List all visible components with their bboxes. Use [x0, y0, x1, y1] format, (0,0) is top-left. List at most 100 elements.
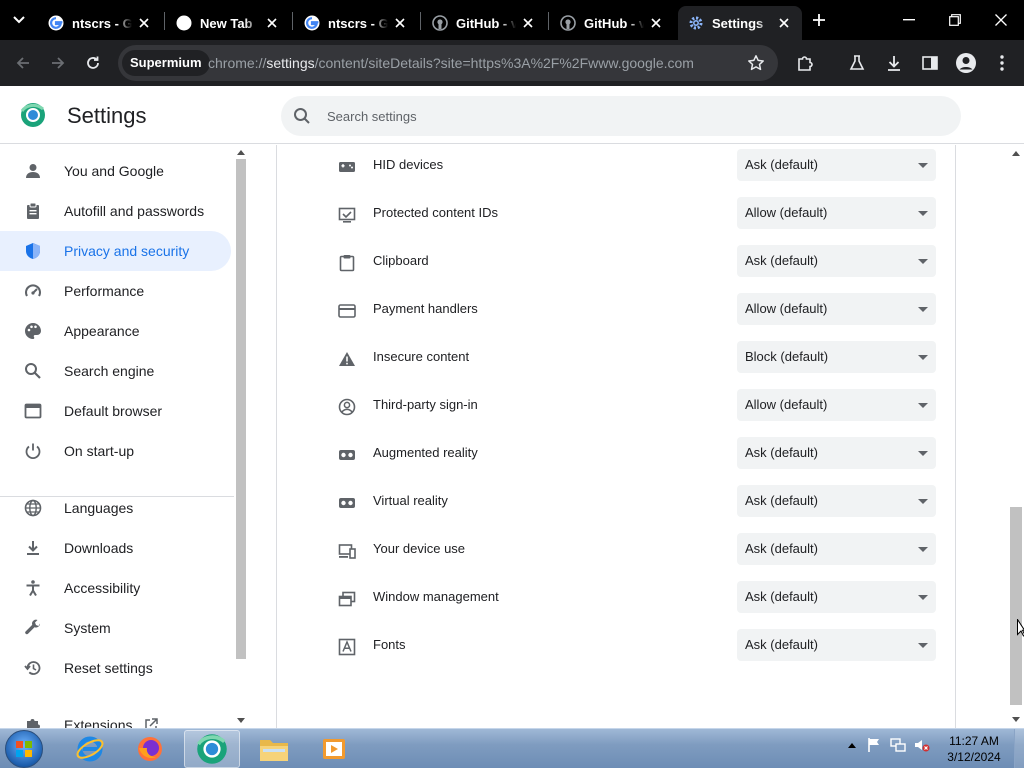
- system-clock[interactable]: 11:27 AM 3/12/2024: [938, 733, 1010, 765]
- close-icon[interactable]: [264, 15, 280, 31]
- sidebar-item-extensions[interactable]: Extensions: [0, 705, 231, 728]
- main-scrollbar[interactable]: [1008, 145, 1024, 728]
- labs-button[interactable]: [842, 48, 872, 78]
- tab-ntscrs-1[interactable]: ntscrs - Go: [38, 6, 162, 40]
- sidebar-item-languages[interactable]: Languages: [0, 488, 231, 528]
- sidebar-item-autofill[interactable]: Autofill and passwords: [0, 191, 231, 231]
- permission-select[interactable]: Ask (default): [737, 437, 936, 469]
- action-center-flag-icon[interactable]: [866, 737, 882, 753]
- permission-select[interactable]: Block (default): [737, 341, 936, 373]
- tab-ntscrs-2[interactable]: ntscrs - Go: [294, 6, 418, 40]
- sidebar-scrollbar[interactable]: [234, 145, 248, 728]
- bookmark-star-icon[interactable]: [744, 51, 768, 75]
- sidebar-item-search-engine[interactable]: Search engine: [0, 351, 231, 391]
- tab-github-2[interactable]: GitHub - v: [550, 6, 674, 40]
- sidebar-item-on-startup[interactable]: On start-up: [0, 431, 231, 471]
- permission-select[interactable]: Ask (default): [737, 581, 936, 613]
- sidebar-item-reset-settings[interactable]: Reset settings: [0, 648, 231, 688]
- warning-icon: [337, 349, 357, 369]
- browser-chip[interactable]: Supermium: [122, 50, 210, 76]
- power-icon: [23, 441, 43, 461]
- close-icon[interactable]: [648, 15, 664, 31]
- extensions-button[interactable]: [790, 48, 820, 78]
- window-icon: [337, 589, 357, 609]
- sidebar-item-label: Privacy and security: [64, 243, 190, 259]
- close-icon[interactable]: [392, 15, 408, 31]
- permission-select[interactable]: Allow (default): [737, 389, 936, 421]
- sidebar-item-downloads[interactable]: Downloads: [0, 528, 231, 568]
- profile-button[interactable]: [951, 48, 981, 78]
- forward-button[interactable]: [43, 48, 73, 78]
- sidebar-item-accessibility[interactable]: Accessibility: [0, 568, 231, 608]
- protected-content-icon: [337, 205, 357, 225]
- sidebar-item-performance[interactable]: Performance: [0, 271, 231, 311]
- start-button[interactable]: [5, 730, 43, 768]
- permission-select[interactable]: Ask (default): [737, 629, 936, 661]
- taskbar-firefox[interactable]: [122, 730, 178, 768]
- volume-muted-icon[interactable]: [914, 737, 930, 753]
- permission-select[interactable]: Ask (default): [737, 485, 936, 517]
- show-hidden-icons-button[interactable]: [844, 737, 860, 753]
- tab-github-1[interactable]: GitHub - v: [422, 6, 546, 40]
- permission-select[interactable]: Ask (default): [737, 149, 936, 181]
- taskbar-media-player[interactable]: [306, 730, 362, 768]
- tab-title: ntscrs - Go: [72, 15, 132, 31]
- sidebar-item-label: Autofill and passwords: [64, 203, 205, 219]
- permission-select[interactable]: Allow (default): [737, 293, 936, 325]
- main-scrollbar-thumb[interactable]: [1010, 507, 1022, 705]
- sidebar-item-privacy[interactable]: Privacy and security: [0, 231, 231, 271]
- address-bar[interactable]: Supermium chrome://settings/content/site…: [118, 45, 778, 81]
- permission-select[interactable]: Ask (default): [737, 245, 936, 277]
- close-icon[interactable]: [136, 15, 152, 31]
- sidebar-scrollbar-thumb[interactable]: [236, 159, 246, 659]
- chevron-down-icon: [13, 16, 25, 24]
- taskbar-file-explorer[interactable]: [246, 730, 302, 768]
- permission-select[interactable]: Allow (default): [737, 197, 936, 229]
- person-icon: [23, 161, 43, 181]
- vr-headset-icon: [337, 445, 357, 465]
- show-desktop-button[interactable]: [1014, 729, 1024, 768]
- tab-new-tab[interactable]: New Tab: [166, 6, 290, 40]
- sidebar-item-appearance[interactable]: Appearance: [0, 311, 231, 351]
- settings-search[interactable]: [281, 96, 961, 136]
- tab-settings[interactable]: Settings: [678, 6, 802, 40]
- permission-label: Insecure content: [373, 349, 470, 364]
- dropdown-arrow-icon: [918, 211, 928, 216]
- back-button[interactable]: [8, 48, 38, 78]
- scroll-down-arrow-icon[interactable]: [234, 714, 248, 726]
- tab-search-button[interactable]: [6, 8, 32, 32]
- restore-button[interactable]: [932, 0, 978, 40]
- dropdown-arrow-icon: [918, 355, 928, 360]
- scroll-up-arrow-icon[interactable]: [1010, 147, 1022, 159]
- tab-title: GitHub - v: [584, 15, 644, 31]
- scroll-up-arrow-icon[interactable]: [234, 146, 248, 158]
- search-input[interactable]: [327, 96, 927, 136]
- network-icon[interactable]: [890, 737, 906, 753]
- minimize-button[interactable]: [886, 0, 932, 40]
- sidebar-item-you-and-google[interactable]: You and Google: [0, 151, 231, 191]
- permission-select[interactable]: Ask (default): [737, 533, 936, 565]
- close-icon[interactable]: [776, 15, 792, 31]
- taskbar-internet-explorer[interactable]: [62, 730, 118, 768]
- supermium-logo-icon: [196, 734, 227, 764]
- new-tab-button[interactable]: [806, 8, 832, 32]
- select-value: Allow (default): [745, 397, 828, 412]
- permission-row-window-management: Window management Ask (default): [277, 577, 957, 625]
- sidebar-item-system[interactable]: System: [0, 608, 231, 648]
- sidebar-item-default-browser[interactable]: Default browser: [0, 391, 231, 431]
- url-text[interactable]: chrome://settings/content/siteDetails?si…: [208, 45, 694, 81]
- menu-button[interactable]: [987, 48, 1017, 78]
- reload-button[interactable]: [78, 48, 108, 78]
- permission-label: Protected content IDs: [373, 205, 499, 220]
- dropdown-arrow-icon: [918, 259, 928, 264]
- side-panel-button[interactable]: [915, 48, 945, 78]
- more-vert-icon: [1000, 55, 1004, 71]
- downloads-button[interactable]: [879, 48, 909, 78]
- close-window-button[interactable]: [978, 0, 1024, 40]
- avatar-icon: [956, 53, 976, 73]
- sidebar-item-label: Search engine: [64, 363, 155, 379]
- taskbar-supermium[interactable]: [184, 730, 240, 768]
- scroll-down-arrow-icon[interactable]: [1010, 713, 1022, 725]
- permission-label: Third-party sign-in: [373, 397, 478, 412]
- close-icon[interactable]: [520, 15, 536, 31]
